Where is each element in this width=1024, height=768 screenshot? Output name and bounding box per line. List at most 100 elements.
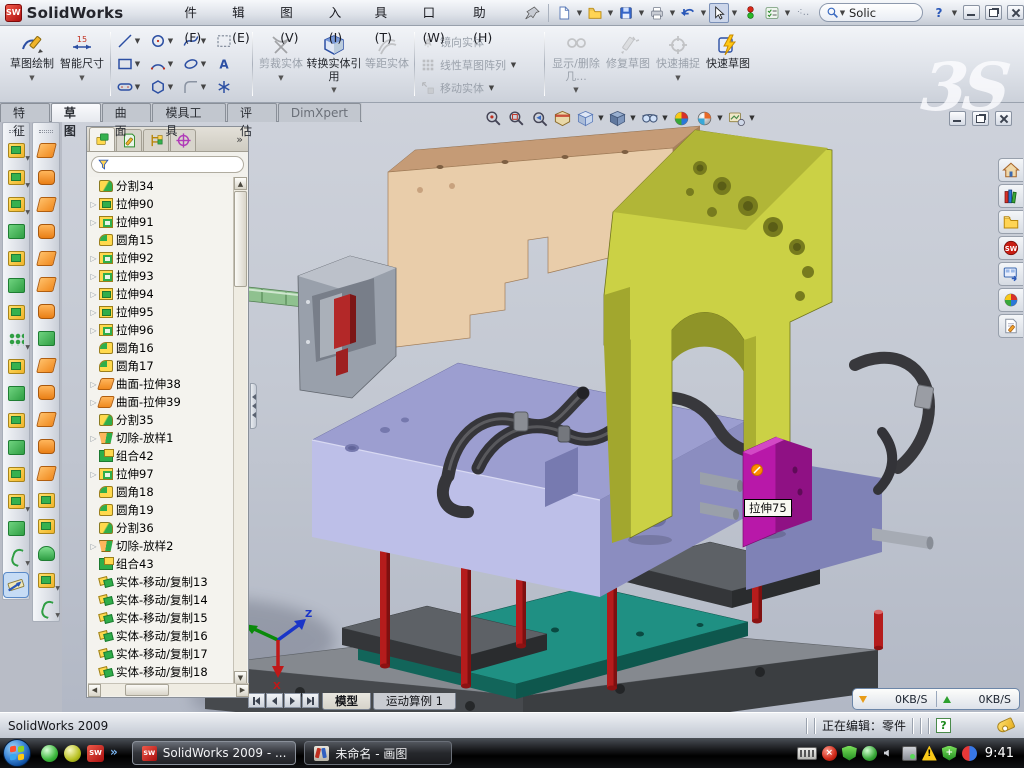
quick-launch-antivirus-ball-icon[interactable]: [64, 745, 81, 762]
view-orientation-dropdown[interactable]: ▼: [597, 114, 605, 122]
zoom-fit-button[interactable]: [482, 108, 504, 128]
features-rib-button[interactable]: [3, 353, 29, 380]
surfaces-thicken-button[interactable]: [33, 433, 59, 460]
first-tab-button[interactable]: [248, 693, 265, 708]
scroll-thumb[interactable]: [234, 191, 247, 287]
expander-icon[interactable]: ▷: [88, 308, 99, 317]
features-revolved-boss-button[interactable]: [3, 245, 29, 272]
tree-item[interactable]: 圆角18: [88, 483, 235, 501]
tree-item[interactable]: 圆角19: [88, 501, 235, 519]
cm-rapid-button[interactable]: 快速草图: [704, 30, 752, 98]
view-orientation-button[interactable]: [574, 108, 596, 128]
app-restore-button[interactable]: [985, 5, 1002, 20]
surfaces-flex-button[interactable]: [33, 137, 59, 164]
features-curve-button[interactable]: ▼: [3, 542, 29, 569]
cm-repair-button[interactable]: 修复草图: [604, 30, 652, 98]
taskpane-solidworks-resources-button[interactable]: [998, 236, 1023, 260]
tree-item[interactable]: ▷ 曲面-拉伸38: [88, 375, 235, 393]
tree-vertical-scrollbar[interactable]: ▲ ▼: [233, 177, 247, 684]
tree-item[interactable]: 实体-移动/复制18: [88, 663, 235, 681]
expander-icon[interactable]: ▷: [88, 434, 99, 443]
expander-icon[interactable]: ▷: [88, 470, 99, 479]
tree-item[interactable]: 组合43: [88, 555, 235, 573]
cm-pencil-button[interactable]: 草图绘制▼: [8, 30, 56, 98]
view-settings-button[interactable]: [725, 108, 747, 128]
previous-tab-button[interactable]: [266, 693, 283, 708]
surfaces-offset-surface-button[interactable]: [33, 352, 59, 379]
surfaces-untrim-surface-button[interactable]: [33, 271, 59, 298]
features-reference-axis-button[interactable]: [3, 515, 29, 542]
taskpane-appearances-button[interactable]: [998, 288, 1023, 312]
edit-appearance-button[interactable]: [670, 108, 692, 128]
select-button[interactable]: [709, 3, 729, 23]
panel-splitter-handle[interactable]: [250, 383, 257, 429]
quick-launch-messenger-icon[interactable]: [41, 745, 58, 762]
menu-item[interactable]: 编辑(E): [219, 0, 267, 50]
apply-scene-dropdown[interactable]: ▼: [716, 114, 724, 122]
scroll-right-button[interactable]: ▶: [236, 684, 249, 697]
cm-tab-3[interactable]: 模具工具: [152, 103, 226, 122]
panel-tab-featuremanager[interactable]: [89, 127, 115, 151]
menu-item[interactable]: 窗口(W): [410, 0, 460, 50]
taskpane-home-button[interactable]: [998, 158, 1023, 182]
doc-tab-1[interactable]: 运动算例 1: [373, 693, 456, 710]
tree-item[interactable]: ▷ 拉伸95: [88, 303, 235, 321]
sketch-circle-button[interactable]: ▼: [149, 32, 174, 50]
features-mirror-body-button[interactable]: [3, 434, 29, 461]
sketch-arc-button[interactable]: ▼: [149, 55, 174, 73]
search-box[interactable]: ▼Solic: [819, 3, 923, 22]
options-button[interactable]: [762, 3, 782, 23]
search-dropdown[interactable]: ▼: [839, 3, 846, 23]
tree-item[interactable]: ▷ 拉伸90: [88, 195, 235, 213]
tree-item[interactable]: 实体-移动/复制14: [88, 591, 235, 609]
expander-icon[interactable]: ▷: [88, 542, 99, 551]
taskpane-file-explorer-button[interactable]: [998, 210, 1023, 234]
tree-horizontal-scrollbar[interactable]: ◀ ▶: [88, 683, 249, 696]
tree-item[interactable]: ▷ 拉伸93: [88, 267, 235, 285]
tray-antivirus-red-icon[interactable]: ×: [822, 746, 837, 761]
scroll-left-button[interactable]: ◀: [88, 684, 101, 697]
save-button-dropdown[interactable]: ▼: [638, 3, 645, 23]
doc-tab-0[interactable]: 模型: [322, 693, 371, 710]
tree-item[interactable]: 分割34: [88, 177, 235, 195]
view-settings-dropdown[interactable]: ▼: [748, 114, 756, 122]
quick-launch-solidworks-icon[interactable]: SW: [87, 745, 104, 762]
sketch-slot-button[interactable]: ▼: [116, 78, 141, 96]
app-minimize-button[interactable]: [963, 5, 980, 20]
sketch-line-button[interactable]: ▼: [116, 32, 141, 50]
expander-icon[interactable]: ▷: [88, 218, 99, 227]
surfaces-ruled-surface-button[interactable]: [33, 460, 59, 487]
hide-show-items-dropdown[interactable]: ▼: [661, 114, 669, 122]
scroll-up-button[interactable]: ▲: [234, 177, 247, 190]
sketch-ellipse-button[interactable]: ▼: [182, 55, 207, 73]
zoom-area-button[interactable]: [505, 108, 527, 128]
quick-launch-overflow-icon[interactable]: »: [110, 745, 118, 762]
right-hoses[interactable]: [855, 358, 934, 490]
part-cavity-insert[interactable]: [248, 256, 396, 398]
tree-item[interactable]: ▷ 拉伸97: [88, 465, 235, 483]
features-shell-button[interactable]: [3, 272, 29, 299]
menu-item[interactable]: 工具(T): [362, 0, 410, 50]
network-speed-widget[interactable]: 0KB/S 0KB/S: [852, 688, 1020, 710]
surfaces-planar-surface-button[interactable]: [33, 298, 59, 325]
taskpane-custom-properties-button[interactable]: [998, 314, 1023, 338]
features-hole-wizard-button[interactable]: [3, 299, 29, 326]
tree-item[interactable]: 圆角17: [88, 357, 235, 375]
tree-item[interactable]: 组合42: [88, 447, 235, 465]
save-button[interactable]: [616, 3, 636, 23]
features-extruded-cut-button[interactable]: ▼: [3, 164, 29, 191]
undo-button-dropdown[interactable]: ▼: [700, 3, 707, 23]
taskbar-clock[interactable]: 9:41: [985, 746, 1014, 761]
surfaces-trim-surface-button[interactable]: [33, 245, 59, 272]
surfaces-knit-surface-button[interactable]: [33, 325, 59, 352]
tree-item[interactable]: 实体-移动/复制17: [88, 645, 235, 663]
tree-item[interactable]: 圆角15: [88, 231, 235, 249]
print-button-dropdown[interactable]: ▼: [669, 3, 676, 23]
overflow-icon[interactable]: ⁖‥: [793, 3, 813, 23]
tree-filter-input[interactable]: [91, 156, 244, 173]
features-linear-pattern-button[interactable]: ▼: [3, 326, 29, 353]
features-move-copy-body-button[interactable]: [3, 461, 29, 488]
tree-item[interactable]: ▷ 拉伸91: [88, 213, 235, 231]
surfaces-freeform-button[interactable]: ▼: [33, 567, 59, 594]
help-button[interactable]: ?: [929, 3, 949, 23]
